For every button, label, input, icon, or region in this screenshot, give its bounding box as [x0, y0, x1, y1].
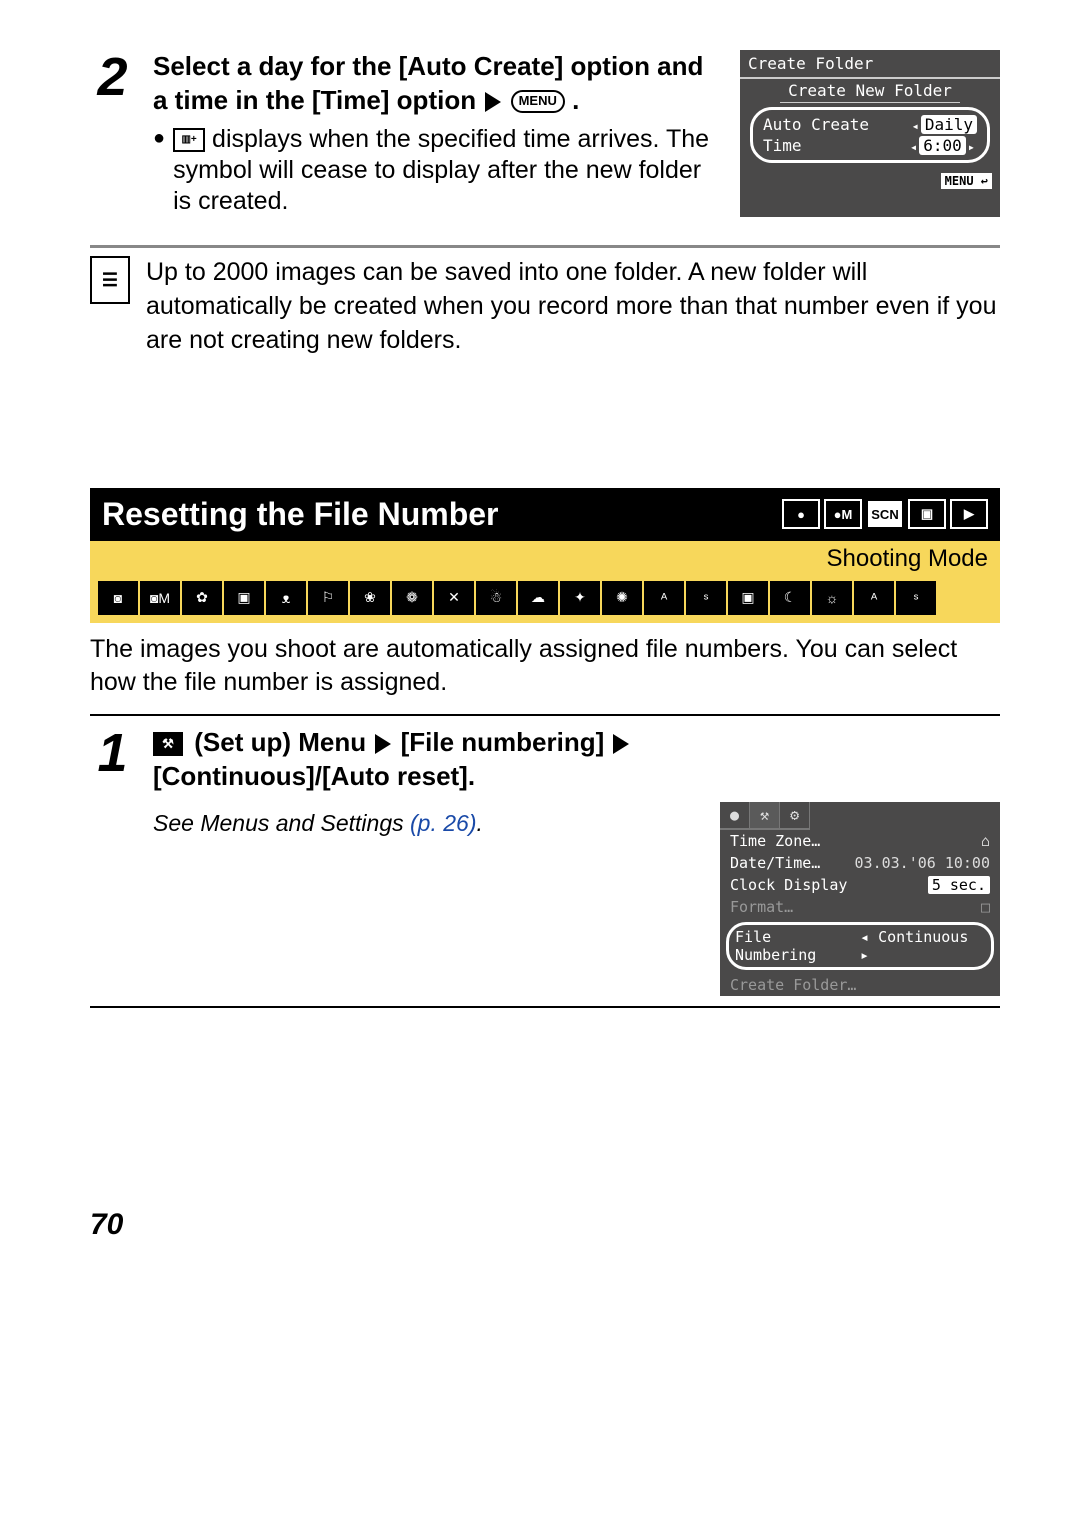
step-2-bullet: ▥+ displays when the specified time arri… [173, 124, 720, 218]
file-numbering-screen: ● ⚒ ⚙ Time Zone… ⌂ Date/Time… 03.03.'06 10… [720, 802, 1000, 996]
file-numbering-selection: File Numbering ◂ Continuous ▸ [726, 922, 994, 970]
heading-mode-icons: ● ●M SCN ▣ ▶ [782, 499, 988, 529]
step-1-filenum: [File numbering] [401, 727, 605, 757]
row-datetime-val: 03.03.'06 10:00 [855, 854, 990, 872]
divider [90, 245, 1000, 248]
step-2-heading-text: Select a day for the [Auto Create] optio… [153, 51, 703, 115]
step-2-number: 2 [90, 50, 135, 104]
mode-icon: ☼ [812, 581, 852, 615]
mode-icon: ˢ [896, 581, 936, 615]
heading-icon-1: ● [782, 499, 820, 529]
auto-create-label: Auto Create [763, 115, 869, 134]
tab-myself: ⚙ [780, 802, 810, 830]
section-heading-bar: Resetting the File Number ● ●M SCN ▣ ▶ [90, 488, 1000, 541]
mode-icon: ▣ [224, 581, 264, 615]
row-faded: Format…□ [720, 896, 1000, 918]
mode-icon: ᴬ [644, 581, 684, 615]
shooting-mode-strip: Shooting Mode [90, 541, 1000, 577]
bullet-icon: ● [153, 124, 165, 218]
row-clock-val: 5 sec. [928, 876, 990, 894]
mode-icon: ᴥ [266, 581, 306, 615]
right-triangle-icon [485, 92, 501, 112]
row-faded2: Create Folder… [720, 974, 1000, 996]
mode-icon: ✦ [560, 581, 600, 615]
auto-create-value: Daily [921, 115, 977, 134]
time-label: Time [763, 136, 802, 155]
mode-icon: ☁ [518, 581, 558, 615]
mode-icon: ✿ [182, 581, 222, 615]
step-1-rest: [Continuous]/[Auto reset]. [153, 761, 475, 791]
heading-icon-4: ▣ [908, 499, 946, 529]
note-text: Up to 2000 images can be saved into one … [146, 256, 1000, 357]
mode-icon: ☃ [476, 581, 516, 615]
right-triangle-icon [613, 734, 629, 754]
screen1-highlight: Auto Create ◂Daily Time ◂6:00▸ [750, 107, 990, 163]
screen1-title: Create Folder [740, 50, 1000, 79]
row-datetime: Date/Time… [730, 854, 820, 872]
time-value: 6:00 [919, 136, 966, 155]
step-1-heading: ⚒ (Set up) Menu [File numbering] [Contin… [153, 726, 1000, 794]
mode-icon: ⚐ [308, 581, 348, 615]
mode-icon: ◙M [140, 581, 180, 615]
page-number: 70 [90, 1208, 1000, 1242]
mode-icon: ☾ [770, 581, 810, 615]
see-menus-link: See Menus and Settings (p. 26). [153, 810, 700, 837]
menu-button-icon: MENU [511, 90, 565, 113]
shooting-mode-icons-row: ◙ ◙M ✿ ▣ ᴥ ⚐ ❀ ❁ ✕ ☃ ☁ ✦ ✺ ᴬ ˢ ▣ ☾ ☼ ᴬ ˢ [90, 577, 1000, 623]
row-clock: Clock Display [730, 876, 847, 894]
section-intro-text: The images you shoot are automatically a… [90, 633, 1000, 701]
section-title: Resetting the File Number [102, 496, 499, 533]
step-1-number: 1 [90, 726, 135, 996]
step-2-bullet-text: displays when the specified time arrives… [173, 125, 709, 216]
heading-icon-3: SCN [866, 499, 904, 529]
step-1-setup: (Set up) Menu [194, 727, 366, 757]
create-folder-screen: Create Folder Create New Folder Auto Cre… [740, 50, 1000, 217]
row-timezone-val: ⌂ [981, 832, 990, 850]
mode-icon: ❀ [350, 581, 390, 615]
heading-icon-2: ●M [824, 499, 862, 529]
menu-tag-icon: MENU ↩ [941, 173, 992, 189]
sel-value: Continuous [878, 928, 968, 946]
right-triangle-icon [375, 734, 391, 754]
tab-setup: ⚒ [750, 802, 780, 830]
mode-icon: ▣ [728, 581, 768, 615]
step-2-heading: Select a day for the [Auto Create] optio… [153, 50, 720, 118]
setup-tool-icon: ⚒ [153, 732, 183, 756]
sel-label: File Numbering [735, 928, 860, 964]
heading-icon-5: ▶ [950, 499, 988, 529]
note-icon: ☰ [90, 256, 130, 304]
mode-icon: ❁ [392, 581, 432, 615]
mode-icon: ˢ [686, 581, 726, 615]
shooting-mode-label: Shooting Mode [827, 545, 988, 573]
mode-icon: ✺ [602, 581, 642, 615]
mode-icon: ✕ [434, 581, 474, 615]
mode-icon: ◙ [98, 581, 138, 615]
row-timezone: Time Zone… [730, 832, 820, 850]
new-folder-icon: ▥+ [173, 128, 205, 152]
tab-shoot: ● [720, 802, 750, 830]
screen1-line-create-new: Create New Folder [780, 79, 960, 103]
mode-icon: ᴬ [854, 581, 894, 615]
